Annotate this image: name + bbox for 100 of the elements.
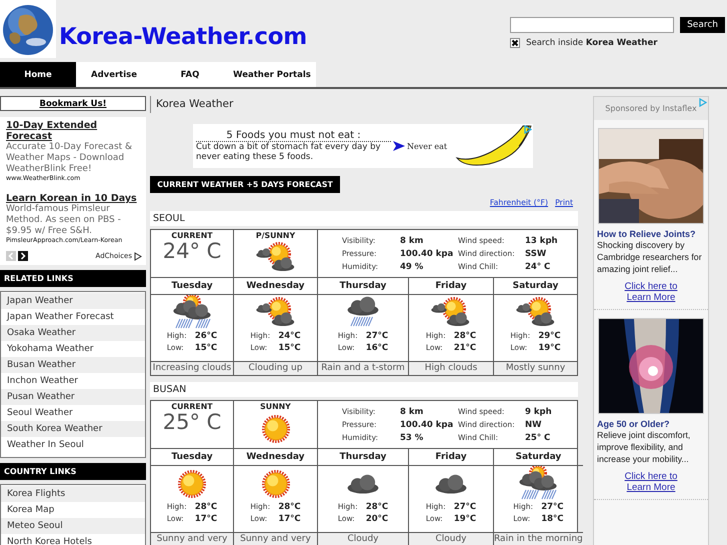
forecast-summary: High clouds xyxy=(409,362,493,375)
current-temperature: 24° C xyxy=(162,240,222,262)
high-temperature: 29°C xyxy=(538,331,561,341)
search-field[interactable] xyxy=(510,17,674,33)
day-name: Wednesday xyxy=(234,449,317,466)
detail-value: 24° C xyxy=(525,262,552,272)
high-temperature: 28°C xyxy=(194,502,218,512)
nav-tab[interactable]: Weather Portals xyxy=(228,62,316,87)
high-temperature: 28°C xyxy=(454,331,476,341)
nav-tab[interactable]: Advertise xyxy=(76,62,152,87)
ad-text: Shocking discovery by Cambridge researchers for amazing joint relief... xyxy=(596,239,703,275)
banner-headline: 5 Foods you must not eat : xyxy=(196,130,391,142)
day-name: Friday xyxy=(409,278,493,295)
sidebar-link[interactable]: Osaka Weather xyxy=(1,325,145,341)
forecast-summary: Sunny and very xyxy=(234,533,317,545)
section-header: COUNTRY LINKS xyxy=(0,463,146,480)
ad-title-link[interactable]: 10-Day Extended Forecast xyxy=(6,120,142,142)
detail-value: 53 % xyxy=(400,432,424,442)
low-temperature: 20°C xyxy=(366,514,388,524)
nav-tab[interactable]: Home xyxy=(0,62,76,87)
sidebar-link[interactable]: Pusan Weather xyxy=(1,389,145,405)
forecast-summary: Rain in the morning xyxy=(494,533,583,545)
detail-value: 25° C xyxy=(525,432,552,442)
ad-title[interactable]: Age 50 or Older? xyxy=(594,419,670,429)
day-name: Tuesday xyxy=(151,278,233,295)
banner-ad[interactable]: 5 Foods you must not eat : Cut down a bit of stomach fat every day by never eating these 5 foods. Never eat xyxy=(193,124,533,168)
sidebar-link[interactable]: Korea Flights xyxy=(1,486,145,502)
high-temperature: 27°C xyxy=(366,331,388,341)
day-name: Thursday xyxy=(318,278,408,295)
search-button[interactable]: Search xyxy=(680,17,725,33)
learn-more-link[interactable]: Click here to Learn More xyxy=(616,281,686,303)
ad-text: Accurate 10-Day Forecast & Weather Maps - Download WeatherBlink Free! xyxy=(6,142,134,175)
high-temperature: 24°C xyxy=(278,331,301,341)
sidebar-link[interactable]: Busan Weather xyxy=(1,357,145,373)
sidebar-link[interactable]: Japan Weather xyxy=(1,293,145,309)
high-temperature: 27°C xyxy=(454,502,476,512)
adchoices-icon[interactable] xyxy=(524,125,532,134)
ad-text: Relieve joint discomfort, improve flexibility, and increase your mobility... xyxy=(596,429,692,465)
bookmark-button[interactable]: Bookmark Us! xyxy=(0,96,146,111)
banner-cta[interactable]: Never eat xyxy=(407,142,448,150)
banner-text: Cut down a bit of stomach fat every day by never eating these 5 foods. xyxy=(196,142,382,162)
search-option-label: Search inside Korea Weather xyxy=(526,38,658,48)
forecast-summary: Rain and a t-storm xyxy=(318,362,408,375)
city-name: BUSAN xyxy=(150,382,578,397)
forecast-summary: Sunny and very xyxy=(151,533,233,545)
low-temperature: 21°C xyxy=(454,343,476,353)
detail-value: NW xyxy=(525,420,542,430)
sponsor-label: Sponsored by Instaflex xyxy=(605,104,697,113)
low-temperature: 18°C xyxy=(541,514,564,524)
sidebar-link[interactable]: South Korea Weather xyxy=(1,421,145,437)
low-temperature: 17°C xyxy=(278,514,301,524)
checkbox[interactable] xyxy=(510,38,520,48)
detail-value: 9 kph xyxy=(525,406,553,416)
forecast-summary: Mostly sunny xyxy=(494,362,577,375)
arrow-icon xyxy=(393,141,405,151)
detail-value: 100.40 kpa xyxy=(400,248,454,258)
day-name: Friday xyxy=(409,449,493,466)
day-name: Thursday xyxy=(318,449,408,466)
next-icon[interactable] xyxy=(18,251,28,261)
site-title[interactable]: Korea-Weather.com xyxy=(59,24,307,50)
low-temperature: 15°C xyxy=(194,343,218,353)
day-name: Saturday xyxy=(494,449,583,466)
learn-more-link[interactable]: Click here to Learn More xyxy=(616,471,686,493)
nav-tab[interactable]: FAQ xyxy=(152,62,228,87)
low-temperature: 19°C xyxy=(538,343,561,353)
detail-value: 13 kph xyxy=(525,236,559,246)
day-name: Saturday xyxy=(494,278,577,295)
sidebar-link[interactable]: North Korea Hotels xyxy=(1,534,145,545)
low-temperature: 16°C xyxy=(366,343,388,353)
high-temperature: 27°C xyxy=(541,502,564,512)
high-temperature: 26°C xyxy=(194,331,218,341)
detail-value: 8 km xyxy=(400,406,424,416)
low-temperature: 17°C xyxy=(194,514,218,524)
forecast-summary: Cloudy xyxy=(409,533,493,545)
page-heading: Korea Weather xyxy=(150,96,578,113)
day-name: Tuesday xyxy=(151,449,233,466)
forecast-summary: Cloudy xyxy=(318,533,408,545)
high-temperature: 28°C xyxy=(366,502,388,512)
detail-value: 49 % xyxy=(400,262,424,272)
high-temperature: 28°C xyxy=(278,502,301,512)
low-temperature: 15°C xyxy=(278,343,301,353)
sidebar-link[interactable]: Meteo Seoul xyxy=(1,518,145,534)
detail-value: 8 km xyxy=(400,236,424,246)
sidebar-link[interactable]: Korea Map xyxy=(1,502,145,518)
section-header: RELATED LINKS xyxy=(0,270,146,287)
sidebar-link[interactable]: Yokohama Weather xyxy=(1,341,145,357)
ad-text: World-famous Pimsleur Method. As seen on PBS - $9.95 w/ Free S&H. xyxy=(6,204,122,237)
forecast-summary: Clouding up xyxy=(234,362,317,375)
sidebar-link[interactable]: Japan Weather Forecast xyxy=(1,309,145,325)
sidebar-link[interactable]: Weather In Seoul xyxy=(1,437,145,453)
low-temperature: 19°C xyxy=(454,514,476,524)
ad-title-link[interactable]: Learn Korean in 10 Days xyxy=(6,193,142,204)
ad-title[interactable]: How to Relieve Joints? xyxy=(594,229,696,239)
globe-logo[interactable] xyxy=(0,0,56,58)
forecast-summary: Increasing clouds xyxy=(151,362,233,375)
sidebar-link[interactable]: Seoul Weather xyxy=(1,405,145,421)
adchoices-icon[interactable] xyxy=(134,252,142,260)
day-name: Wednesday xyxy=(234,278,317,295)
sidebar-link[interactable]: Inchon Weather xyxy=(1,373,145,389)
city-name: SEOUL xyxy=(150,211,578,226)
